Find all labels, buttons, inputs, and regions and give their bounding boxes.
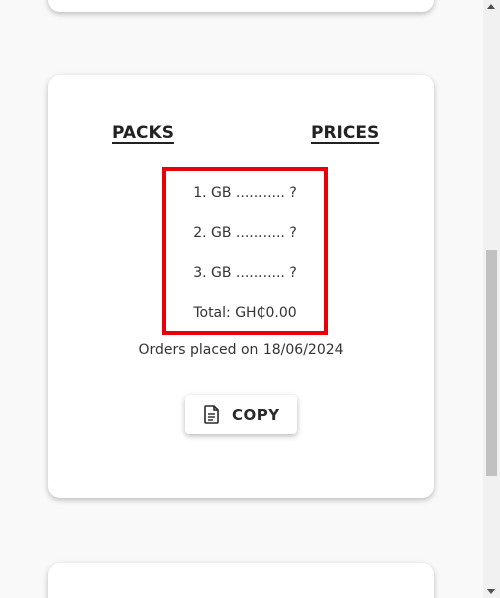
copy-button[interactable]: COPY	[185, 395, 297, 434]
order-card: PACKS PRICES 1. GB ........... ? 2. GB .…	[48, 75, 434, 498]
previous-order-card	[48, 0, 434, 12]
prices-header: PRICES	[311, 123, 380, 143]
order-line-1: 1. GB ........... ?	[193, 185, 297, 201]
orders-placed-date: Orders placed on 18/06/2024	[138, 342, 344, 358]
document-copy-icon	[203, 404, 220, 425]
order-line-2: 2. GB ........... ?	[193, 225, 297, 241]
packs-header: PACKS	[112, 123, 174, 143]
order-total: Total: GH₵0.00	[193, 305, 297, 321]
order-line-3: 3. GB ........... ?	[193, 265, 297, 281]
page-viewport: PACKS PRICES 1. GB ........... ? 2. GB .…	[0, 0, 500, 598]
order-summary-box: 1. GB ........... ? 2. GB ........... ? …	[162, 167, 328, 335]
next-order-card	[48, 563, 434, 598]
scrollbar-thumb[interactable]	[486, 250, 497, 476]
copy-button-label: COPY	[232, 405, 280, 424]
scroll-up-arrow-icon[interactable]	[487, 4, 495, 9]
scroll-down-arrow-icon[interactable]	[487, 589, 495, 594]
vertical-scrollbar[interactable]	[483, 0, 500, 598]
